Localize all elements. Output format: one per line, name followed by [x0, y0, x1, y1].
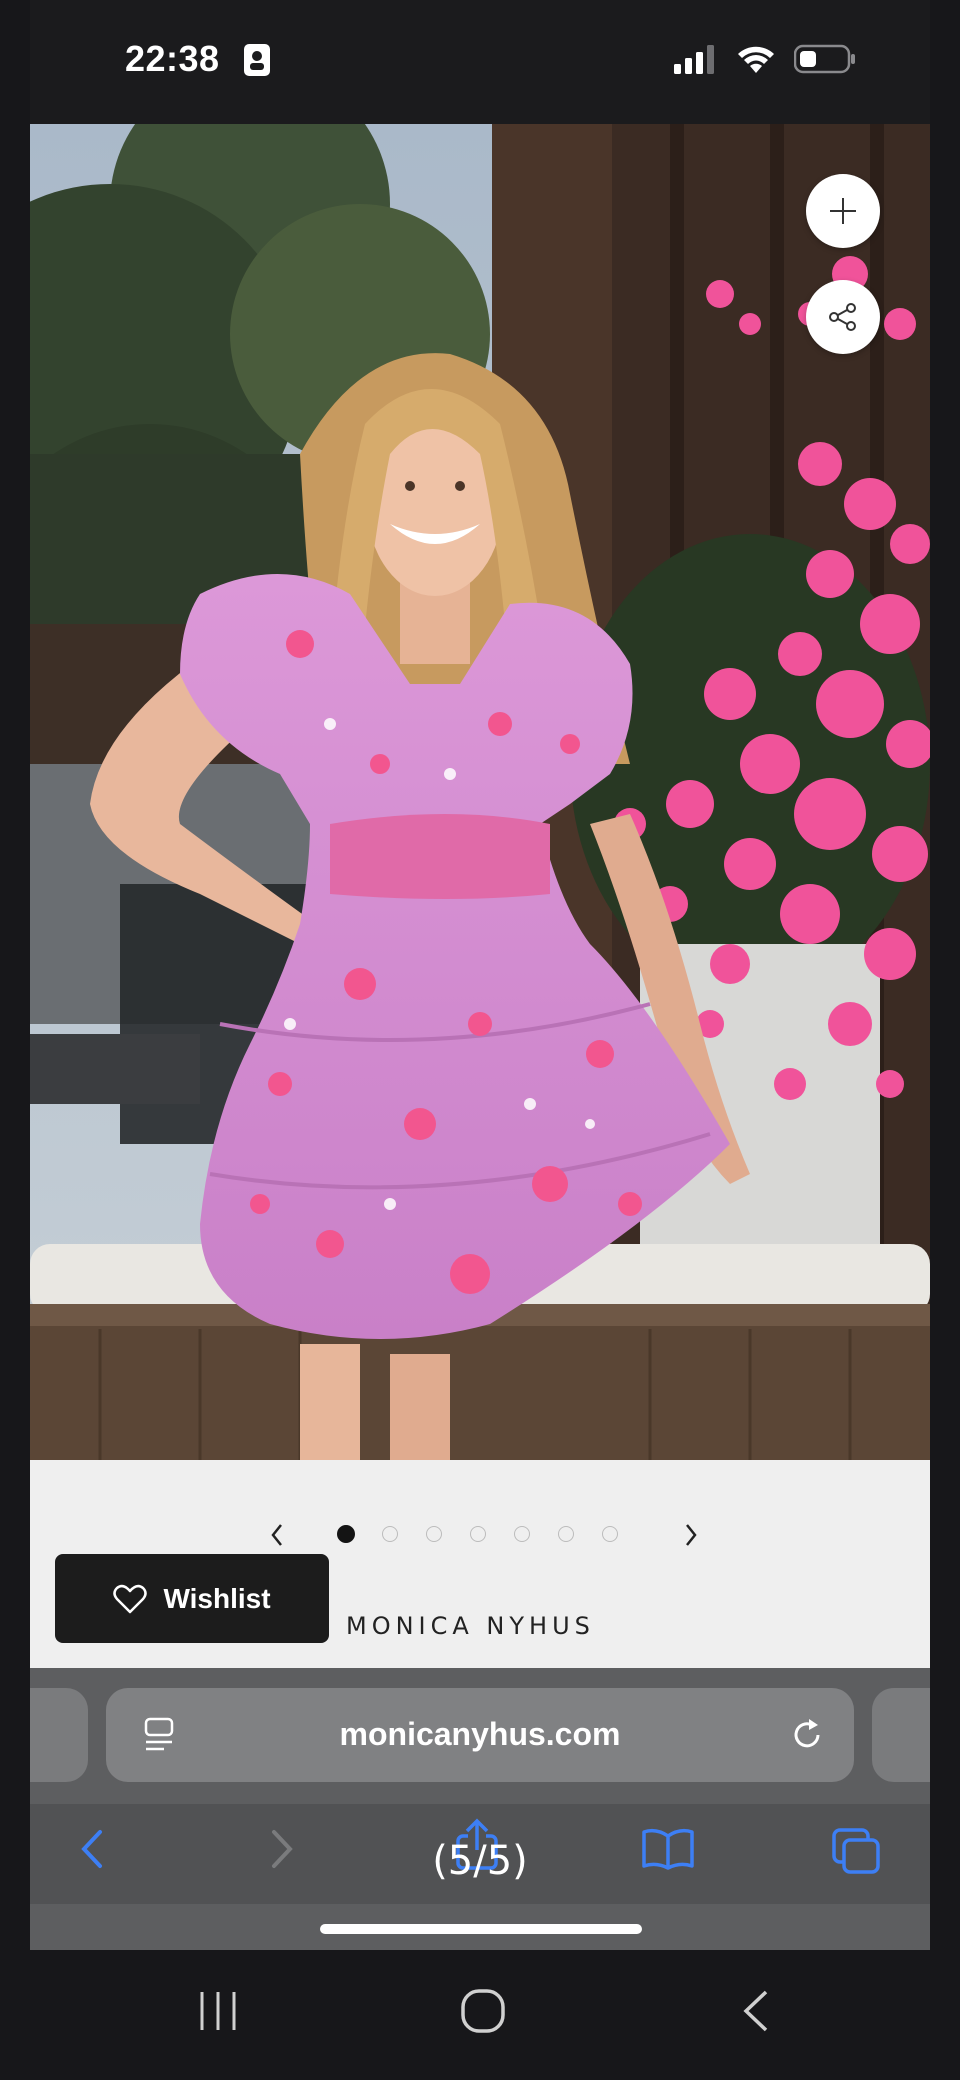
home-icon — [461, 1989, 505, 2033]
plus-icon — [830, 198, 856, 224]
recent-apps-button[interactable] — [196, 1988, 240, 2039]
back-arrow-icon — [743, 1990, 768, 2032]
pager-dot[interactable] — [470, 1526, 486, 1542]
prev-image-button[interactable] — [262, 1517, 292, 1553]
system-back-button[interactable] — [738, 1988, 772, 2039]
person-id-icon — [244, 44, 270, 76]
chevron-right-icon — [686, 1524, 697, 1546]
previous-tab-preview[interactable] — [30, 1688, 88, 1782]
brand-name: MONICA NYHUS — [346, 1612, 595, 1640]
product-photo-illustration — [30, 124, 930, 1460]
pager-dot[interactable] — [558, 1526, 574, 1542]
image-pager — [30, 1517, 930, 1553]
status-time: 22:38 — [125, 38, 220, 79]
wifi-icon — [736, 44, 776, 79]
wishlist-button[interactable]: Wishlist — [55, 1554, 329, 1643]
wishlist-label: Wishlist — [163, 1582, 271, 1614]
pager-dot[interactable] — [337, 1525, 355, 1543]
home-button[interactable] — [460, 1988, 506, 2039]
battery-icon — [793, 44, 856, 79]
product-info-panel: Wishlist MONICA NYHUS — [30, 1460, 930, 1668]
share-image-button[interactable] — [806, 280, 880, 354]
add-button[interactable] — [806, 174, 880, 248]
reload-icon[interactable] — [788, 1716, 826, 1754]
chevron-left-icon — [271, 1524, 282, 1546]
address-bar[interactable]: monicanyhus.com — [106, 1688, 854, 1782]
home-indicator[interactable] — [320, 1924, 642, 1934]
next-image-button[interactable] — [676, 1517, 706, 1553]
image-counter: (5/5) — [432, 1838, 528, 1884]
next-tab-preview[interactable] — [872, 1688, 930, 1782]
status-bar: 22:38 — [30, 0, 930, 124]
system-navigation-bar — [0, 1950, 960, 2080]
signal-icon — [674, 44, 718, 79]
pager-dot[interactable] — [602, 1526, 618, 1542]
pager-dot[interactable] — [426, 1526, 442, 1542]
share-icon — [829, 303, 856, 331]
pager-dot[interactable] — [514, 1526, 530, 1542]
browser-chrome: monicanyhus.com (5/5) — [30, 1668, 930, 1950]
pager-dot[interactable] — [382, 1526, 398, 1542]
screen: 22:38 Wishlist MONICA NYHUS monicanyhus.… — [30, 0, 930, 1950]
product-image[interactable] — [30, 124, 930, 1460]
recent-apps-icon — [200, 1992, 236, 2030]
url-text: monicanyhus.com — [339, 1716, 621, 1752]
heart-icon — [113, 1584, 148, 1613]
